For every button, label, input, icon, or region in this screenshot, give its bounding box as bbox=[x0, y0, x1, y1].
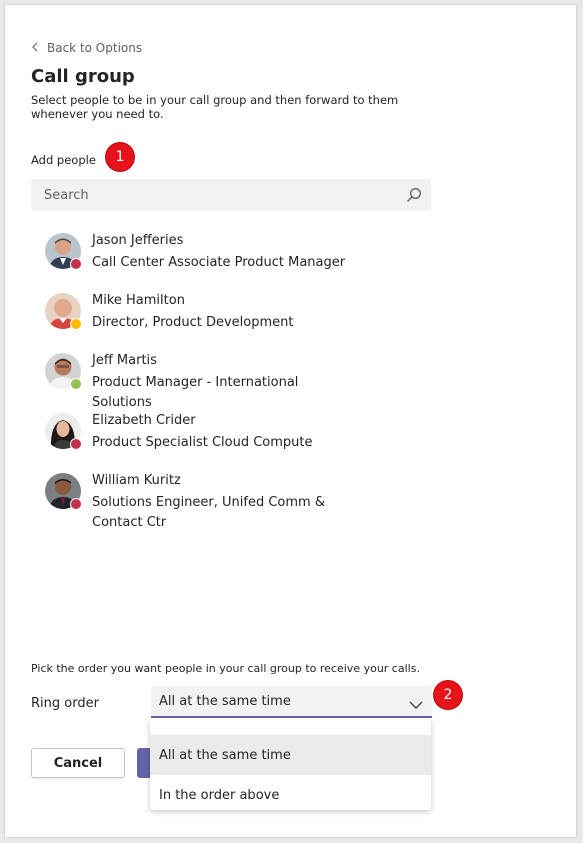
avatar bbox=[45, 353, 82, 390]
ring-order-option-all[interactable]: All at the same time bbox=[150, 735, 431, 775]
back-to-options-link[interactable]: Back to Options bbox=[31, 41, 142, 55]
person-title: Director, Product Development bbox=[92, 315, 294, 330]
avatar bbox=[45, 413, 82, 450]
search-input[interactable] bbox=[42, 186, 386, 204]
ring-order-dropdown: All at the same time In the order above bbox=[150, 718, 431, 810]
avatar bbox=[45, 293, 82, 330]
ring-order-hint: Pick the order you want people in your c… bbox=[31, 662, 420, 675]
page-description: Select people to be in your call group a… bbox=[31, 93, 399, 121]
list-item[interactable]: Jeff Martis Product Manager - Internatio… bbox=[45, 348, 425, 410]
person-title: Product Specialist Cloud Compute bbox=[92, 435, 313, 450]
person-name: Jason Jefferies bbox=[92, 233, 184, 248]
add-people-label: Add people bbox=[31, 153, 96, 167]
ring-order-selected-value: All at the same time bbox=[159, 693, 291, 709]
people-list: Jason Jefferies Call Center Associate Pr… bbox=[45, 228, 425, 548]
avatar bbox=[45, 233, 82, 270]
person-name: William Kuritz bbox=[92, 473, 181, 488]
chevron-left-icon bbox=[31, 41, 47, 55]
person-title: Call Center Associate Product Manager bbox=[92, 255, 346, 270]
step-badge-2: 2 bbox=[434, 681, 462, 709]
page-title: Call group bbox=[31, 66, 135, 87]
search-icon[interactable] bbox=[406, 187, 422, 203]
list-item[interactable]: Jason Jefferies Call Center Associate Pr… bbox=[45, 228, 425, 288]
person-name: Jeff Martis bbox=[92, 353, 157, 368]
person-name: Elizabeth Crider bbox=[92, 413, 196, 428]
ring-order-option-in-order[interactable]: In the order above bbox=[150, 775, 431, 815]
avatar bbox=[45, 473, 82, 510]
person-title: Solutions Engineer, Unifed Comm & Contac… bbox=[92, 495, 325, 530]
back-link-label: Back to Options bbox=[47, 41, 143, 55]
option-label: All at the same time bbox=[159, 747, 291, 763]
option-label: In the order above bbox=[159, 787, 280, 803]
chevron-down-icon[interactable] bbox=[409, 695, 423, 709]
presence-busy-icon bbox=[70, 498, 82, 510]
ring-order-select[interactable]: All at the same time bbox=[151, 686, 432, 718]
ring-order-label: Ring order bbox=[31, 696, 99, 711]
list-item[interactable]: William Kuritz Solutions Engineer, Unife… bbox=[45, 468, 425, 548]
step-badge-1: 1 bbox=[106, 143, 134, 171]
search-box[interactable] bbox=[31, 179, 431, 211]
person-name: Mike Hamilton bbox=[92, 293, 185, 308]
list-item[interactable]: Mike Hamilton Director, Product Developm… bbox=[45, 288, 425, 348]
presence-available-icon bbox=[70, 378, 82, 390]
presence-away-icon bbox=[70, 318, 82, 330]
cancel-button[interactable]: Cancel bbox=[31, 748, 125, 778]
presence-busy-icon bbox=[70, 258, 82, 270]
presence-busy-icon bbox=[70, 438, 82, 450]
list-item[interactable]: Elizabeth Crider Product Specialist Clou… bbox=[45, 408, 425, 468]
person-title: Product Manager - International Solution… bbox=[92, 375, 299, 410]
